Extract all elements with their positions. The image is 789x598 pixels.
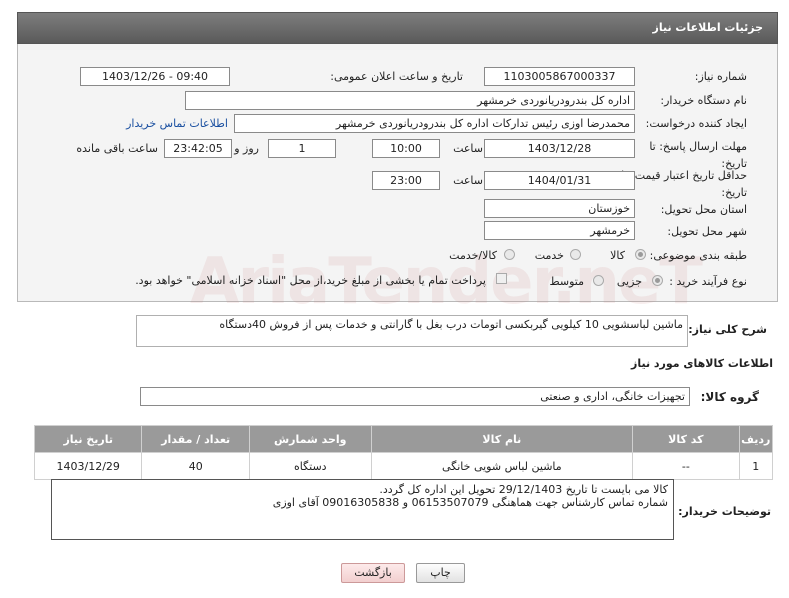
days-label: روز و <box>234 142 259 155</box>
buyer-notes-line-1: کالا می بایست تا تاریخ 29/12/1403 تحویل … <box>379 483 668 496</box>
payment-note: پرداخت تمام یا بخشی از مبلغ خرید،از محل … <box>135 274 486 287</box>
treasury-payment-checkbox[interactable] <box>496 273 507 284</box>
category-radio-both[interactable] <box>504 249 515 260</box>
announce-field: 1403/12/26 - 09:40 <box>80 67 230 86</box>
process-radio-medium[interactable] <box>593 275 604 286</box>
city-field: خرمشهر <box>484 221 635 240</box>
header-row-number: ردیف <box>738 425 774 453</box>
page-title: جزئیات اطلاعات نیاز <box>652 21 764 34</box>
goods-table-header-row: ردیف کد کالا نام کالا واحد شمارش تعداد /… <box>33 425 774 453</box>
province-field: خوزستان <box>484 199 635 218</box>
goods-section-title: اطلاعات کالاهای مورد نیاز <box>631 357 773 370</box>
category-radio-goods[interactable] <box>635 249 646 260</box>
cell-row-number: 1 <box>738 452 774 480</box>
header-quantity: تعداد / مقدار <box>141 425 250 453</box>
category-option-both: کالا/خدمت <box>449 249 497 262</box>
process-label: نوع فرآیند خرید : <box>669 275 747 288</box>
buyer-notes-line-2: شماره تماس کارشناس جهت هماهنگی 061535070… <box>272 496 668 509</box>
goods-group-field: تجهیزات خانگی، اداری و صنعتی <box>140 387 690 406</box>
process-option-minor: جزیی <box>616 275 642 288</box>
creator-field: محمدرضا اوزی رئیس تدارکات اداره کل بندرو… <box>234 114 635 133</box>
header-item-code: کد کالا <box>632 425 740 453</box>
cell-need-date: 1403/12/29 <box>33 452 143 480</box>
process-option-medium: متوسط <box>549 275 584 288</box>
cell-item-name: ماشین لباس شویی خانگی <box>370 452 634 480</box>
description-field: ماشین لباسشویی 10 کیلویی گیربکسی اتومات … <box>136 315 688 347</box>
buyer-contact-link[interactable]: اطلاعات تماس خریدار <box>126 117 228 130</box>
back-button[interactable]: بازگشت <box>341 563 405 583</box>
validity-time-label: ساعت <box>453 174 483 187</box>
need-number-label: شماره نیاز: <box>694 70 747 83</box>
table-row: 1 -- ماشین لباس شویی خانگی دستگاه 40 140… <box>33 452 774 480</box>
goods-group-label: گروه کالا: <box>700 390 759 404</box>
cell-quantity: 40 <box>141 452 250 480</box>
cell-unit: دستگاه <box>248 452 372 480</box>
creator-label: ایجاد کننده درخواست: <box>645 117 747 130</box>
buyer-notes-label: توضیحات خریدار: <box>678 505 771 518</box>
deadline-date-field: 1403/12/28 <box>484 139 635 158</box>
deadline-time-label: ساعت <box>453 142 483 155</box>
process-radio-minor[interactable] <box>652 275 663 286</box>
city-label: شهر محل تحویل: <box>667 225 747 238</box>
panel-header: جزئیات اطلاعات نیاز <box>17 12 778 44</box>
validity-time-field: 23:00 <box>372 171 440 190</box>
buyer-notes-field: کالا می بایست تا تاریخ 29/12/1403 تحویل … <box>51 479 674 540</box>
header-unit: واحد شمارش <box>248 425 372 453</box>
remaining-label: ساعت باقی مانده <box>76 142 158 155</box>
header-need-date: تاریخ نیاز <box>33 425 143 453</box>
header-item-name: نام کالا <box>370 425 634 453</box>
buyer-field: اداره کل بندرودریانوردی خرمشهر <box>185 91 635 110</box>
remaining-time-field: 23:42:05 <box>164 139 232 158</box>
deadline-time-field: 10:00 <box>372 139 440 158</box>
category-option-service: خدمت <box>534 249 564 262</box>
category-label: طبقه بندی موضوعی: <box>649 249 747 262</box>
buyer-label: نام دستگاه خریدار: <box>660 94 747 107</box>
goods-table: ردیف کد کالا نام کالا واحد شمارش تعداد /… <box>33 425 774 480</box>
province-label: استان محل تحویل: <box>660 203 747 216</box>
category-option-goods: کالا <box>610 249 625 262</box>
print-button[interactable]: چاپ <box>416 563 465 583</box>
days-field: 1 <box>268 139 336 158</box>
validity-date-field: 1404/01/31 <box>484 171 635 190</box>
announce-label: تاریخ و ساعت اعلان عمومی: <box>330 70 463 83</box>
cell-item-code: -- <box>632 452 740 480</box>
category-radio-service[interactable] <box>570 249 581 260</box>
need-number-field: 1103005867000337 <box>484 67 635 86</box>
description-label: شرح کلی نیاز: <box>688 323 767 336</box>
